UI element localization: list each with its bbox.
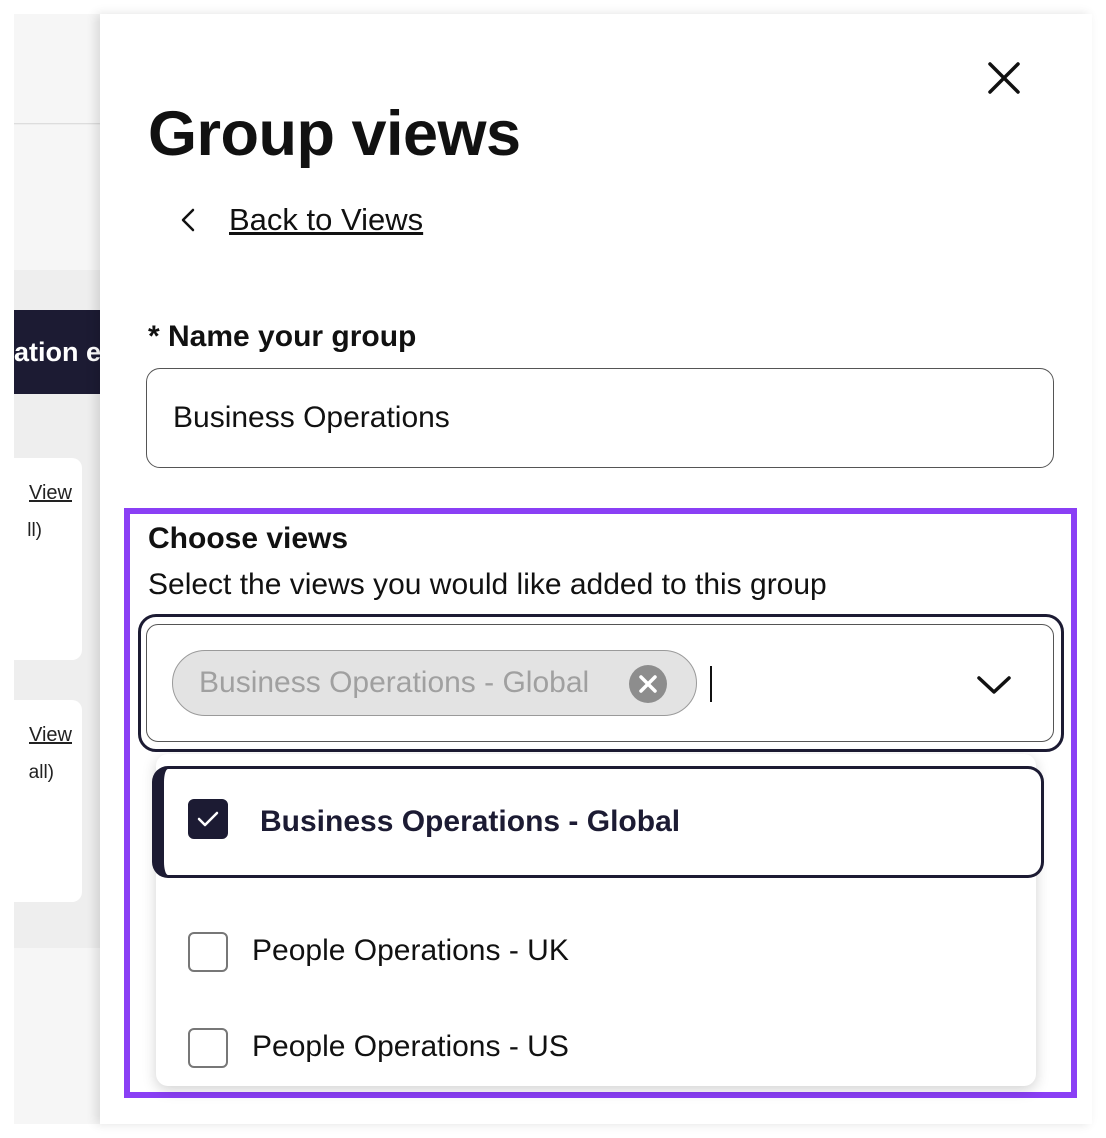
option-label: People Operations - US (252, 1030, 569, 1063)
background-card-subtext: all) (28, 762, 54, 783)
close-circle-icon (639, 675, 657, 693)
close-button[interactable] (980, 54, 1028, 102)
group-views-drawer: Group views Back to Views * Name your gr… (100, 14, 1092, 1124)
choose-views-label: Choose views (148, 522, 349, 555)
checkbox-unchecked[interactable] (188, 1028, 228, 1068)
back-to-views-link[interactable]: Back to Views (174, 198, 423, 242)
selected-view-chip-label: Business Operations - Global (199, 666, 590, 699)
background-card-link[interactable]: View (29, 482, 72, 505)
background-card: View ll) (14, 458, 82, 660)
close-icon (988, 62, 1020, 94)
option-label: People Operations - UK (252, 934, 569, 967)
group-name-label: * Name your group (148, 320, 417, 353)
chevron-down-icon (977, 676, 1011, 694)
background-footer (14, 948, 104, 1124)
checkmark-icon (197, 811, 219, 827)
text-cursor (710, 666, 712, 702)
checkbox-unchecked[interactable] (188, 932, 228, 972)
background-card: View all) (14, 700, 82, 902)
background-dark-bar-text: ation e (14, 337, 102, 367)
background-page: ation e View ll) View all) (14, 14, 104, 1124)
page-title: Group views (148, 99, 521, 169)
background-band (14, 125, 104, 270)
chip-remove-button[interactable] (629, 665, 667, 703)
option-business-operations-global[interactable]: Business Operations - Global (152, 766, 1044, 878)
checkbox-checked[interactable] (188, 799, 228, 839)
background-dark-bar: ation e (14, 310, 104, 394)
chevron-left-icon (181, 208, 195, 232)
background-card-link[interactable]: View (29, 724, 72, 747)
option-label: Business Operations - Global (260, 805, 681, 838)
background-card-subtext: ll) (27, 520, 42, 541)
background-header (14, 14, 104, 124)
back-to-views-label: Back to Views (229, 202, 424, 237)
option-people-operations-us[interactable]: People Operations - US (156, 1000, 1036, 1096)
choose-views-help-text: Select the views you would like added to… (148, 568, 827, 601)
group-name-input[interactable] (146, 368, 1054, 468)
selected-view-chip: Business Operations - Global (172, 650, 697, 716)
option-people-operations-uk[interactable]: People Operations - UK (156, 904, 1036, 1000)
dropdown-toggle[interactable] (974, 670, 1014, 700)
